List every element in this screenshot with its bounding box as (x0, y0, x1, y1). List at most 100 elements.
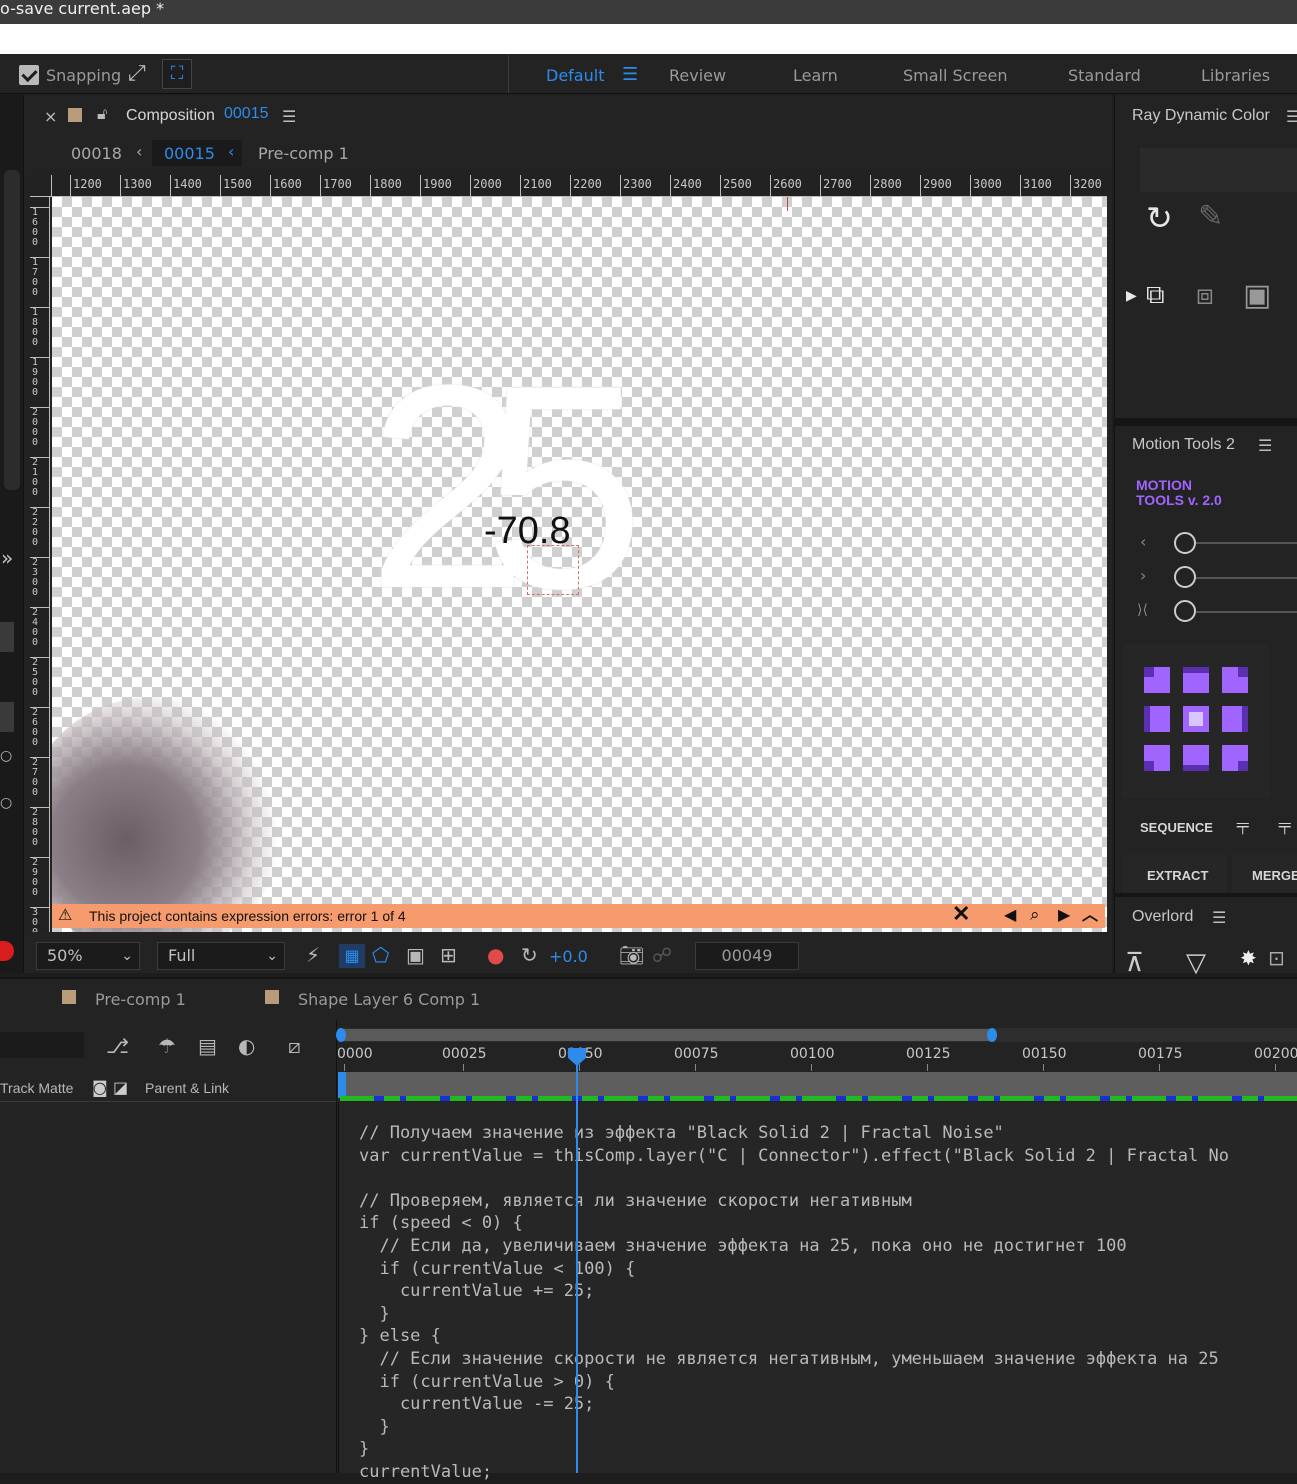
fast-previews-icon[interactable]: ⚡ (306, 945, 320, 965)
ease-in-slider-track[interactable] (1196, 542, 1297, 544)
anchor-middle-right[interactable] (1222, 706, 1248, 732)
explode-icon[interactable]: ✸ (1240, 946, 1257, 970)
next-error-icon[interactable]: ▶ (1058, 904, 1070, 928)
left-strip-circle-icon[interactable]: ○ (0, 748, 12, 764)
anchor-center[interactable] (1183, 706, 1209, 732)
lock-icon[interactable]: 🔓︎ (97, 104, 107, 124)
playhead-line[interactable] (576, 1062, 578, 1473)
code-line[interactable]: } else { (359, 1325, 1229, 1348)
sequence-layers-icon[interactable]: ⫧ (1236, 812, 1250, 840)
code-line[interactable]: // Если да, увеличиваем значение эффекта… (359, 1235, 1229, 1258)
vertical-ruler[interactable]: 1 6 0 0 1 7 0 0 1 8 0 0 1 9 0 0 2 0 0 0 2 1 0… (30, 197, 50, 932)
merge-button[interactable]: MERGE (1252, 868, 1297, 883)
track-matte-column-header[interactable]: Track Matte (0, 1080, 73, 1096)
code-line[interactable]: currentValue -= 25; (359, 1393, 1229, 1416)
matte-invert-icon[interactable]: ◪ (113, 1078, 128, 1097)
breadcrumb-item-1[interactable]: 00015 (164, 144, 215, 163)
time-navigator-start-handle[interactable] (336, 1028, 346, 1042)
workspace-menu-icon[interactable]: ☰ (622, 64, 638, 85)
close-icon[interactable]: × (44, 107, 57, 126)
panel-menu-icon[interactable]: ☰ (1212, 908, 1226, 927)
composition-viewer[interactable]: 25 -70.8 (52, 197, 1107, 932)
horizontal-ruler[interactable]: 1200 1300 1400 1500 1600 1700 1800 1900 2000 2100… (52, 175, 1107, 197)
work-area-bar[interactable] (340, 1072, 1297, 1098)
push-to-ae-icon[interactable]: ⊼ (1125, 948, 1144, 978)
anchor-bottom-right[interactable] (1222, 745, 1248, 771)
left-strip-circle-icon-2[interactable]: ○ (0, 795, 12, 811)
collapse-error-icon[interactable]: ︿ (1082, 904, 1098, 928)
snap-feature-icon[interactable]: ⛶ (162, 59, 192, 89)
current-frame-field[interactable]: 00049 (695, 942, 799, 970)
guides-grid-icon[interactable]: ⊞ (440, 945, 457, 965)
breadcrumb-item-0[interactable]: 00018 (71, 144, 122, 163)
anchor-top-left[interactable] (1144, 667, 1170, 693)
expression-code[interactable]: // Получаем значение из эффекта "Black S… (359, 1122, 1229, 1484)
code-line[interactable]: // Проверяем, является ли значение скоро… (359, 1190, 1229, 1213)
mask-path-icon[interactable]: ⬠ (372, 945, 389, 965)
dismiss-error-icon[interactable]: ✕ (952, 902, 970, 926)
anchor-middle-left[interactable] (1144, 706, 1170, 732)
shy-layers-icon[interactable]: ☂ (158, 1036, 176, 1056)
code-line[interactable]: } (359, 1416, 1229, 1439)
workspace-small-screen[interactable]: Small Screen (903, 66, 1008, 85)
ease-out-slider-track[interactable] (1196, 577, 1297, 579)
expand-panels-icon[interactable]: » (1, 546, 13, 570)
workspace-standard[interactable]: Standard (1068, 66, 1141, 85)
ruler-corner[interactable] (30, 175, 52, 197)
workspace-libraries[interactable]: Libraries (1201, 66, 1270, 85)
code-line[interactable] (359, 1167, 1229, 1190)
region-of-interest-icon[interactable]: ▣ (406, 945, 425, 965)
code-line[interactable]: // Получаем значение из эффекта "Black S… (359, 1122, 1229, 1145)
code-line[interactable]: currentValue += 25; (359, 1280, 1229, 1303)
camera-snapshot-icon[interactable]: 📷︎ (619, 945, 644, 965)
code-line[interactable]: if (currentValue > 0) { (359, 1371, 1229, 1394)
motion-blur-icon[interactable]: ◐ (238, 1036, 255, 1056)
resolution-dropdown[interactable]: Full ⌄ (157, 942, 285, 970)
time-navigator-range[interactable] (340, 1029, 992, 1041)
code-line[interactable]: if (currentValue < 100) { (359, 1258, 1229, 1281)
color-swatch-area[interactable] (1140, 148, 1297, 192)
anchor-bottom-left[interactable] (1144, 745, 1170, 771)
anchor-bottom-center[interactable] (1183, 745, 1209, 771)
code-line[interactable]: if (speed < 0) { (359, 1212, 1229, 1235)
search-icon[interactable]: ⌕ (1030, 903, 1040, 927)
left-scrollbar[interactable] (4, 170, 20, 490)
refresh-icon[interactable]: ↻ (1146, 199, 1173, 237)
tab-shape-layer-6-comp-1[interactable]: Shape Layer 6 Comp 1 (298, 990, 480, 1009)
zoom-dropdown[interactable]: 50% ⌄ (36, 942, 140, 970)
frame-icon[interactable]: ▣ (1243, 278, 1271, 313)
reset-exposure-icon[interactable]: ↻ (521, 945, 538, 965)
graph-editor-icon[interactable]: ⧄ (288, 1036, 301, 1056)
panel-split[interactable] (336, 1020, 337, 1473)
tab-pre-comp-1[interactable]: Pre-comp 1 (95, 990, 186, 1009)
code-line[interactable]: } (359, 1438, 1229, 1461)
transparency-grid-icon[interactable]: ▦ (339, 944, 365, 968)
pull-icon[interactable]: ▽ (1186, 948, 1206, 978)
sequence-button[interactable]: SEQUENCE (1140, 820, 1213, 835)
sequence-layers-icon-2[interactable]: ⫧ (1278, 812, 1292, 840)
channels-icon[interactable]: ● (487, 945, 504, 965)
play-icon[interactable]: ▶ (1126, 288, 1137, 304)
code-line[interactable]: } (359, 1303, 1229, 1326)
stack-icon[interactable]: ⧈ (1196, 278, 1214, 312)
anchor-top-right[interactable] (1222, 667, 1248, 693)
settings-frame-icon[interactable]: ⊡ (1268, 946, 1285, 970)
composition-name[interactable]: 00015 (224, 105, 269, 123)
previous-error-icon[interactable]: ◀ (1004, 904, 1016, 928)
panel-menu-icon[interactable]: ☰ (282, 107, 296, 126)
ease-both-slider-track[interactable] (1196, 611, 1297, 613)
matte-alpha-icon[interactable]: ◙ (92, 1078, 108, 1097)
code-line[interactable]: // Если значение скорости не является не… (359, 1348, 1229, 1371)
code-line[interactable]: var currentValue = thisComp.layer("C | C… (359, 1145, 1229, 1168)
ease-in-slider-handle[interactable] (1174, 532, 1196, 554)
snap-edge-icon[interactable]: ⤢ (128, 63, 146, 85)
show-snapshot-icon[interactable]: ☍ (652, 945, 672, 965)
panel-menu-icon[interactable]: ☰ (1286, 107, 1297, 126)
anchor-top-center[interactable] (1183, 667, 1209, 693)
layer-search-input[interactable] (0, 1032, 84, 1058)
work-area-start-handle[interactable] (338, 1072, 346, 1098)
swap-colors-icon[interactable]: ⧉ (1146, 280, 1165, 311)
workspace-default[interactable]: Default (546, 66, 604, 85)
extract-button[interactable]: EXTRACT (1147, 868, 1208, 883)
code-line[interactable]: currentValue; (359, 1461, 1229, 1484)
